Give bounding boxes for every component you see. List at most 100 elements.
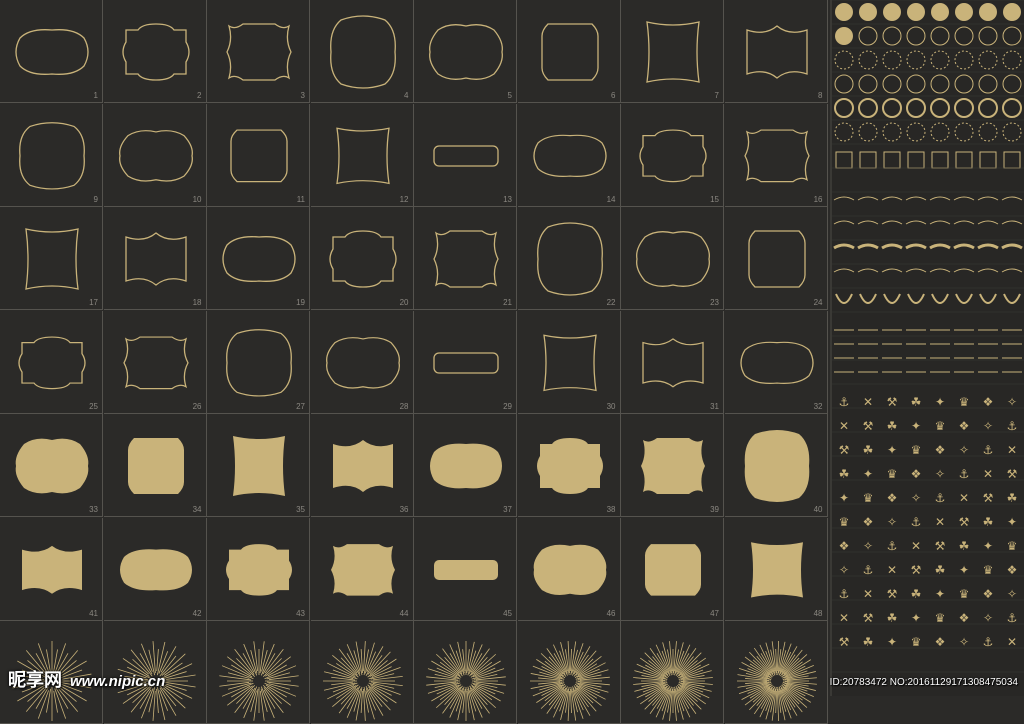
- ring-icon: [954, 50, 974, 70]
- ring-icon: [930, 122, 950, 142]
- ribbon-icon: [905, 220, 927, 225]
- ring-icon: [858, 74, 878, 94]
- sunburst-ray: [262, 658, 282, 678]
- sunburst-ray: [323, 671, 353, 680]
- ribbon-icon: [977, 220, 999, 225]
- tile-graphic: [124, 232, 187, 286]
- tile-graphic: [226, 328, 292, 397]
- ornament-icon: ✕: [983, 467, 993, 481]
- ornament-icon: ✦: [911, 419, 921, 433]
- tile-graphic: [433, 144, 499, 167]
- sunburst-tile: [310, 621, 414, 724]
- ornament-icon: ♛: [983, 563, 994, 577]
- square-icon: [931, 151, 949, 169]
- sunburst-ray: [571, 688, 583, 719]
- ornament-icon: ✦: [935, 395, 945, 409]
- frame-number: 33: [89, 505, 98, 514]
- frame-shape: [226, 328, 292, 397]
- ornament-icon: ✦: [887, 443, 897, 457]
- ornament-icon: ❖: [983, 395, 994, 409]
- icon-sheet: ⚓ ✕ ⚒ ☘ ✦ ♛ ❖ ✧ ✕ ⚒ ☘ ✦ ♛ ❖ ✧ ⚓ ⚒ ☘ ✦ ♛ ❖ ✧ ⚓ ✕ ☘ ✦ ♛ ❖ ✧ ⚓ ✕ ⚒ ✦ ♛ ❖ ✧ ⚓ ✕ ⚒ ☘…: [830, 0, 1024, 696]
- frame-number: 32: [813, 401, 823, 411]
- frame-number: 11: [296, 194, 305, 204]
- frame-tile: 25: [0, 310, 103, 414]
- ornament-icon: ☘: [959, 539, 970, 553]
- frame-number: 13: [503, 194, 512, 204]
- laurel-icon: [907, 293, 925, 304]
- frame-number: 22: [606, 298, 616, 307]
- sunburst-ray: [253, 641, 259, 672]
- ribbon-icon: [1001, 268, 1023, 273]
- ring-icon: [954, 122, 974, 142]
- frame-shape: [750, 541, 803, 597]
- ornament-icon: ❖: [935, 443, 946, 457]
- ribbon-icon: [833, 196, 855, 201]
- sunburst-ray: [227, 682, 252, 690]
- ornament-icon: ✦: [887, 635, 897, 649]
- frame-tile: 35: [207, 414, 310, 517]
- frame-number: 19: [296, 298, 305, 307]
- ornament-icon: ⚓: [983, 635, 994, 649]
- frame-tile: 5: [414, 0, 517, 103]
- ornament-icon: ⚒: [959, 515, 970, 529]
- ornament-icon: ❖: [983, 587, 994, 601]
- frame-tile: 12: [310, 103, 414, 207]
- frame-shape: [433, 144, 499, 167]
- tile-graphic: [426, 641, 506, 721]
- frame-tile: 16: [724, 103, 828, 207]
- ring-icon: [858, 26, 878, 46]
- tile-graphic: [642, 337, 704, 388]
- ring-icon: [858, 98, 878, 118]
- frame-number: 12: [399, 194, 409, 204]
- ribbon-icon: [977, 243, 999, 250]
- ornament-icon: ✦: [935, 587, 945, 601]
- ornament-icon: ⚒: [863, 419, 874, 433]
- watermark-logo: 昵享网 www.nipic.cn: [8, 666, 165, 692]
- frame-shape: [328, 230, 397, 288]
- ornament-icon: ❖: [887, 491, 898, 505]
- frame-tile: 27: [207, 310, 310, 414]
- ornament-icon: ✧: [1007, 587, 1017, 601]
- sunburst-ray: [475, 676, 506, 681]
- tile-graphic: [332, 440, 393, 492]
- frame-tile: 6: [517, 0, 621, 103]
- ornament-icon: ✧: [983, 611, 993, 625]
- frame-number: 24: [813, 298, 823, 307]
- ring-icon: [834, 122, 854, 142]
- ornament-icon: ♛: [911, 635, 922, 649]
- ornament-icon: ✧: [959, 635, 969, 649]
- frame-tile: 44: [310, 517, 414, 621]
- tile-graphic: [219, 641, 299, 721]
- ring-icon: [930, 26, 950, 46]
- square-icon: [955, 151, 973, 169]
- square-icon: [979, 151, 997, 169]
- circle-icon: [979, 3, 997, 21]
- ornament-icon: ❖: [839, 539, 850, 553]
- circle-icon: [955, 3, 973, 21]
- sunburst-ray: [165, 674, 196, 680]
- frame-number: 48: [813, 608, 823, 618]
- sunburst-ray: [738, 683, 768, 695]
- sunburst-ray: [652, 688, 667, 706]
- tile-graphic: [745, 25, 808, 79]
- sunburst-ray: [679, 656, 694, 674]
- ring-icon: [882, 50, 902, 70]
- frame-number: 41: [89, 608, 98, 618]
- sunburst-ray: [266, 672, 291, 680]
- tile-graphic: [736, 641, 817, 721]
- ring-icon: [954, 26, 974, 46]
- sunburst-ray: [362, 641, 366, 672]
- frame-number: 30: [606, 401, 616, 411]
- frame-number: 16: [813, 194, 823, 204]
- frame-number: 44: [399, 608, 409, 618]
- ornament-icon: ✦: [983, 539, 993, 553]
- frame-shape: [226, 543, 292, 596]
- ornament-icon: ♛: [959, 587, 970, 601]
- ornament-icon: ❖: [935, 635, 946, 649]
- ornament-icon: ⚓: [1007, 419, 1018, 433]
- sunburst-ray: [262, 684, 282, 704]
- square-icon: [835, 151, 853, 169]
- sunburst-ray: [259, 690, 265, 721]
- tile-graphic: [18, 335, 86, 389]
- frame-tile: 18: [103, 207, 207, 310]
